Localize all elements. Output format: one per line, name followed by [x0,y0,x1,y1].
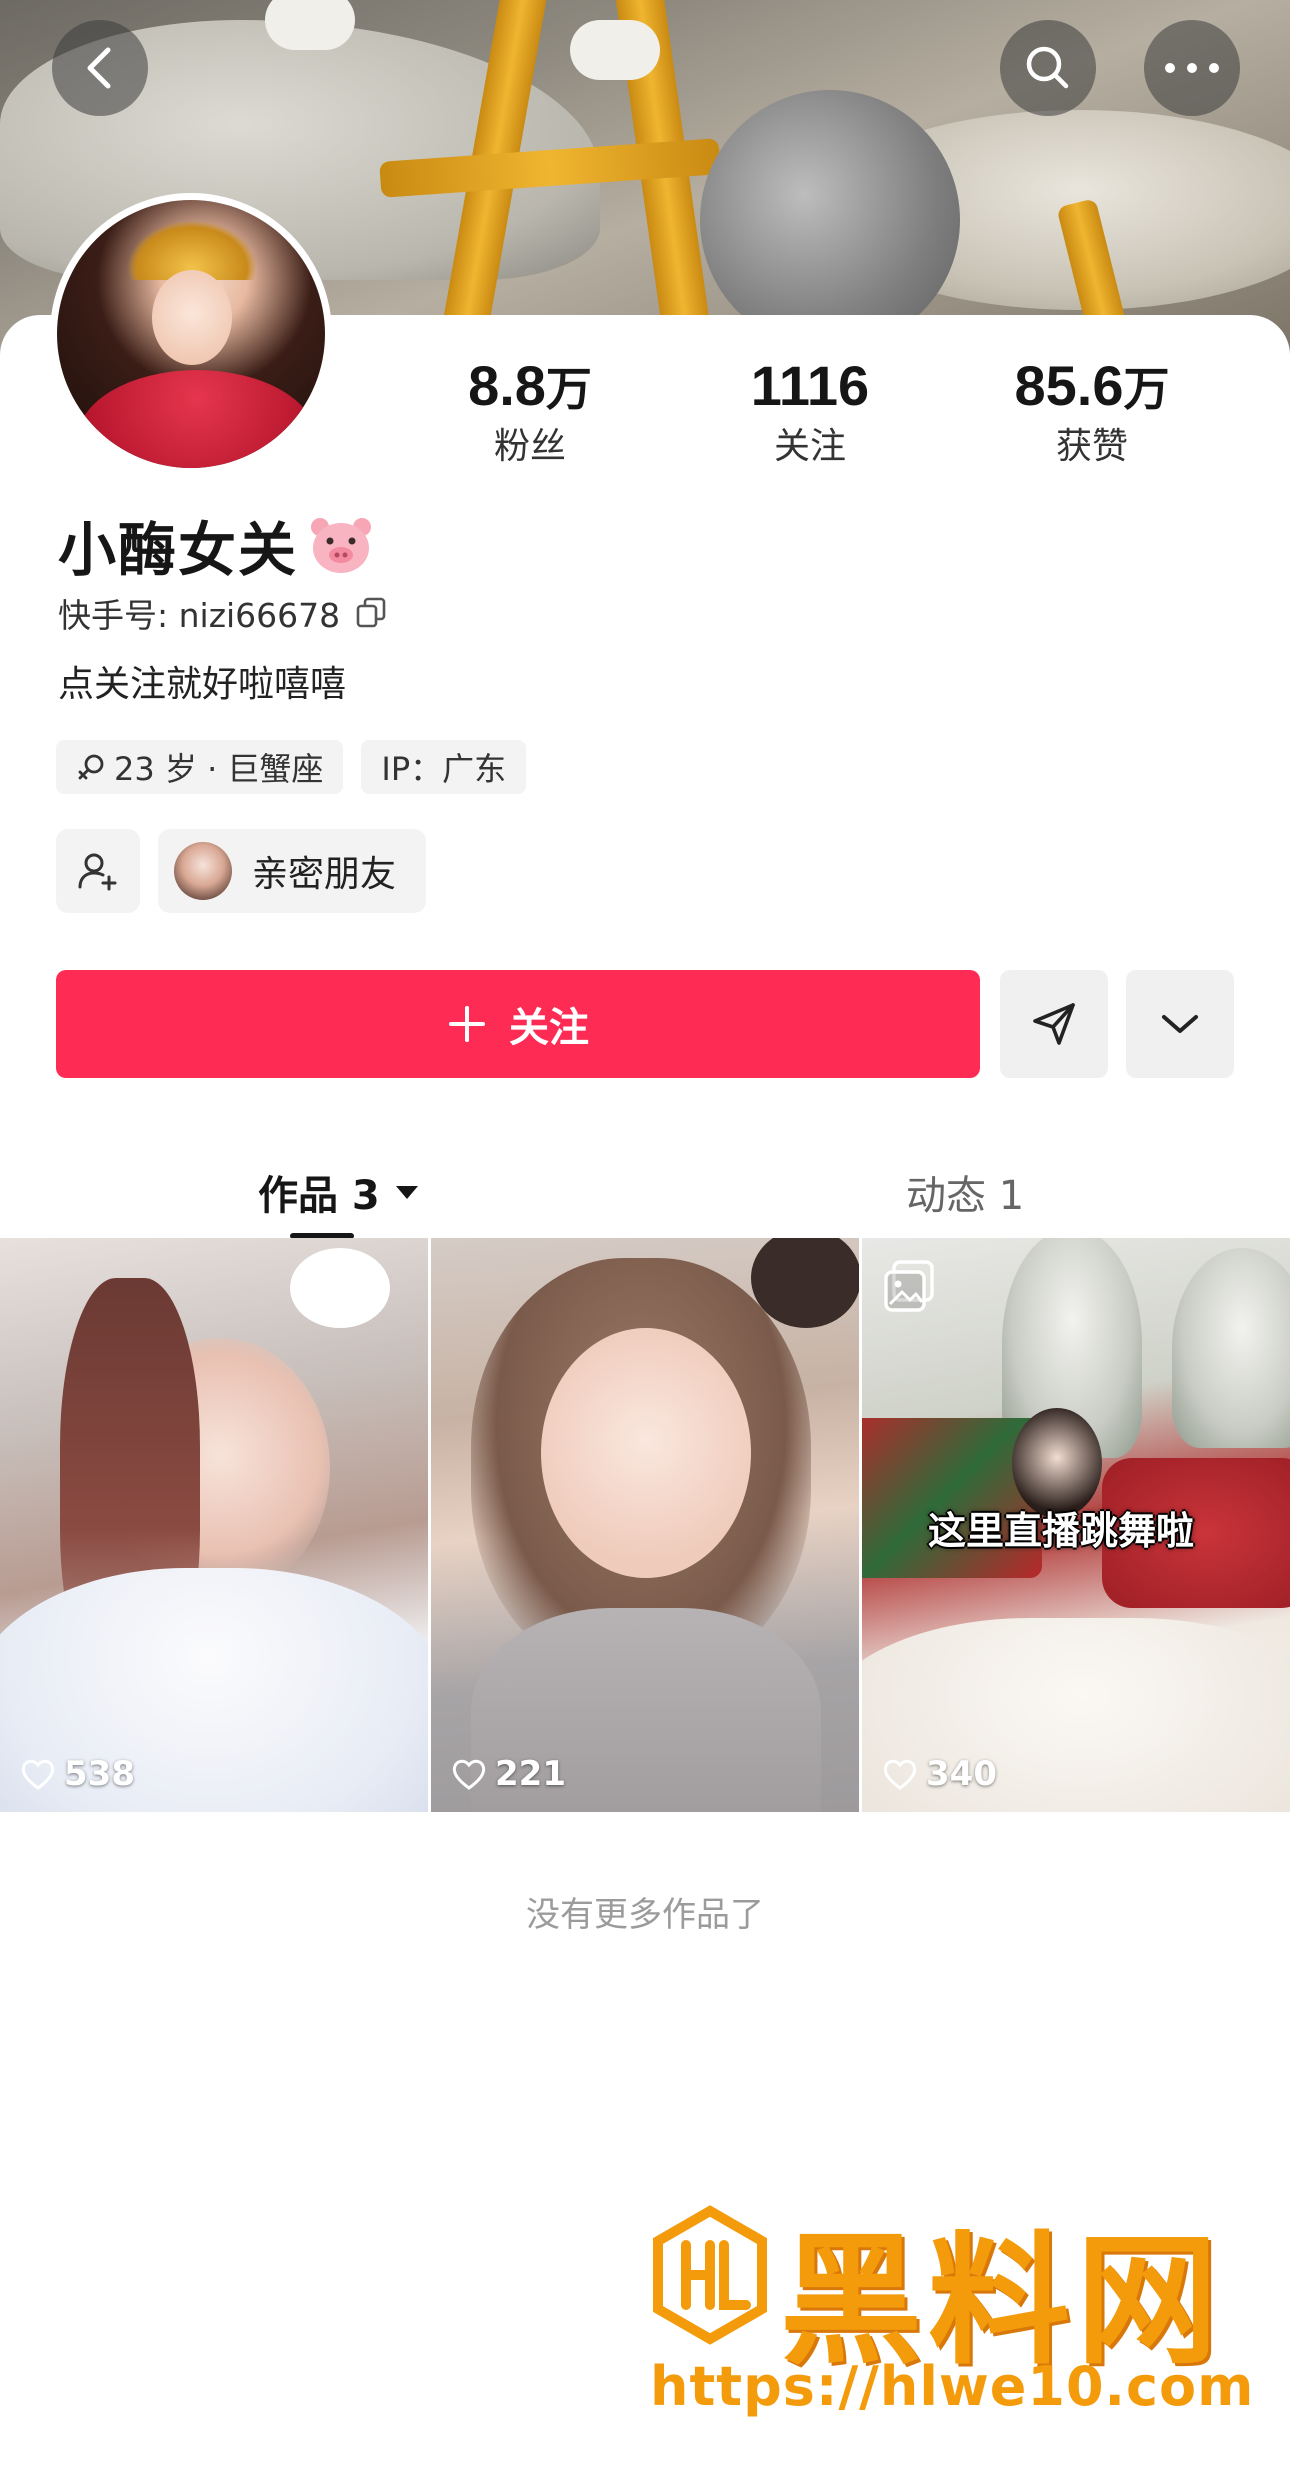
watermark: 黑料网 https://hlwe10.com [650,2165,1253,2472]
stat-likes-label: 获赞 [1055,426,1128,467]
friends-row: 亲密朋友 [56,829,427,913]
more-dots-icon [1165,63,1219,73]
watermark-logo-icon [653,2205,767,2345]
profile-card: 8.8万 粉丝 1116 关注 85.6万 获赞 小酶女关 快手号: nizi6… [0,193,1290,2472]
works-grid: 538 221 这里直播跳舞啦 340 [0,1238,1290,1812]
profile-actions: 关注 [56,970,1234,1078]
search-button[interactable] [1000,20,1096,116]
cover-cat-paw [570,20,660,80]
more-actions-dropdown-button[interactable] [1126,970,1234,1078]
stat-likes[interactable]: 85.6万 获赞 [982,353,1202,472]
thumbnail-sticker [290,1248,390,1328]
work-thumbnail[interactable]: 538 [0,1238,428,1812]
tab-moments-label: 动态 1 [906,1173,1025,1219]
image-gallery-icon [884,1260,934,1312]
close-friends-label: 亲密朋友 [252,854,397,895]
stat-following-value: 1116 [750,354,870,417]
stat-likes-value: 85.6 [1014,354,1124,417]
thumbnail-tree [1172,1248,1290,1448]
avatar[interactable] [50,193,332,475]
account-id: 快手号: nizi66678 [58,596,341,635]
copy-icon[interactable] [354,596,388,630]
close-friends-button[interactable]: 亲密朋友 [158,829,427,913]
watermark-url: https://hlwe10.com [650,2355,1255,2418]
chevron-left-icon [87,47,111,89]
stat-followers-unit: 万 [545,362,592,416]
avatar-image [57,200,325,468]
avatar-robe [77,370,317,468]
tab-works-label: 作品 3 [258,1173,380,1219]
avatar-face [152,270,232,365]
work-thumbnail[interactable]: 221 [431,1238,859,1812]
add-friend-button[interactable] [56,829,140,913]
no-more-works-note: 没有更多作品了 [526,1895,764,1935]
content-tabs: 作品 3 动态 1 [0,1143,1290,1253]
account-id-row: 快手号: nizi66678 [58,588,388,638]
stat-likes-unit: 万 [1123,362,1170,416]
search-icon [1026,46,1069,89]
profile-name-row: 小酶女关 [58,505,374,585]
close-friend-avatar [174,842,232,900]
chevron-down-icon [1162,1015,1198,1033]
stat-followers[interactable]: 8.8万 粉丝 [420,353,640,472]
gender-female-icon [78,754,104,780]
work-likes: 538 [20,1754,135,1794]
heart-icon [452,1759,486,1790]
stat-followers-label: 粉丝 [493,426,566,467]
tag-ip-location: IP：广东 [361,740,527,794]
work-likes: 340 [882,1754,997,1794]
pig-face-icon [311,518,372,573]
stat-following[interactable]: 1116 关注 [700,353,920,472]
caret-down-icon [395,1186,418,1199]
work-likes-count: 340 [926,1754,997,1794]
profile-name: 小酶女关 [58,516,299,584]
more-button[interactable] [1144,20,1240,116]
stat-following-label: 关注 [773,426,846,467]
follow-label: 关注 [509,1005,589,1051]
send-message-button[interactable] [1000,970,1108,1078]
work-likes-count: 221 [495,1754,566,1794]
work-likes: 221 [451,1754,566,1794]
profile-tags: 23 岁 · 巨蟹座 IP：广东 [56,740,527,794]
heart-icon [21,1759,55,1790]
add-user-icon [78,853,117,891]
work-thumbnail[interactable]: 这里直播跳舞啦 340 [862,1238,1290,1812]
tag-age-zodiac: 23 岁 · 巨蟹座 [56,740,344,794]
stat-followers-value: 8.8 [468,354,546,417]
tag-age-zodiac-text: 23 岁 · 巨蟹座 [114,750,324,788]
tab-works[interactable]: 作品 3 [258,1163,420,1221]
back-button[interactable] [52,20,148,116]
thumbnail-figure [541,1328,751,1578]
cover-cat-paw [265,0,355,50]
follow-button[interactable]: 关注 [56,970,980,1078]
work-overlay-caption: 这里直播跳舞啦 [928,1509,1195,1553]
paper-plane-icon [1033,1003,1075,1045]
cover-cat [700,90,960,350]
plus-icon [449,1006,485,1042]
tag-ip-location-text: IP：广东 [381,750,507,788]
tab-moments[interactable]: 动态 1 [906,1163,1024,1221]
profile-bio: 点关注就好啦嘻嘻 [58,664,347,705]
heart-icon [883,1759,917,1790]
work-likes-count: 538 [64,1754,135,1794]
